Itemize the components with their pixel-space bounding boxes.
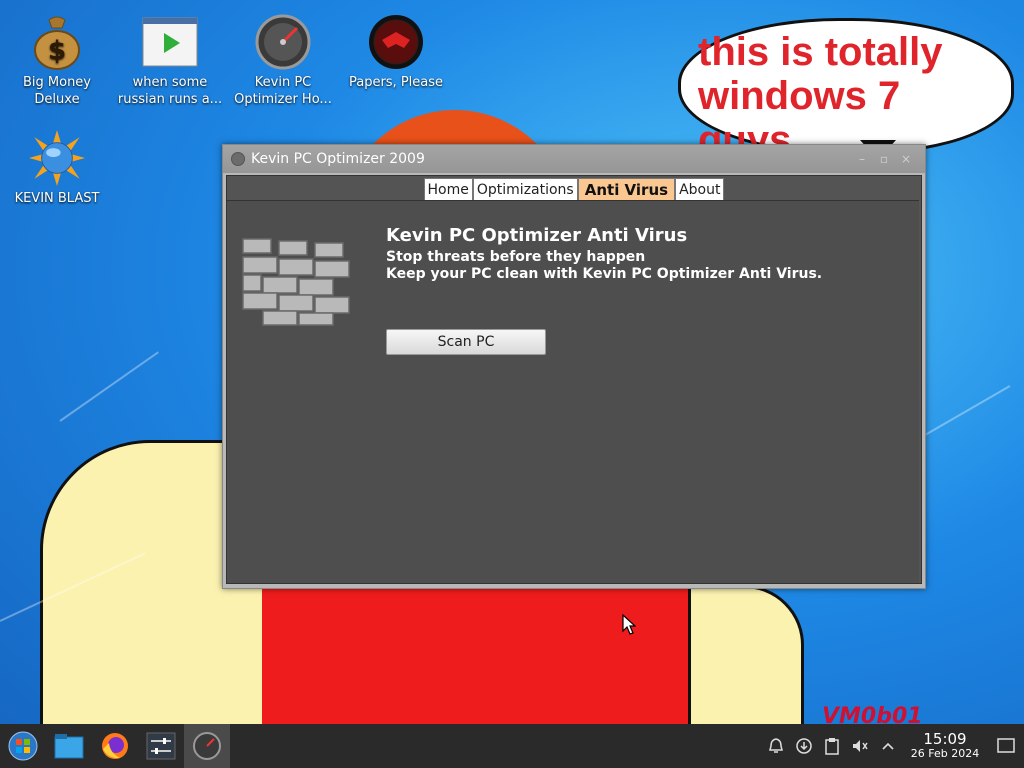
globe-burst-icon [29,130,85,186]
desktop: $ Big Money Deluxe when some russian run… [0,0,1024,724]
firefox-icon [102,733,128,759]
svg-text:$: $ [48,36,66,66]
window-client-area: Home Optimizations Anti Virus About Kevi… [226,175,922,584]
desktop-icon-label: Kevin PC Optimizer Ho... [234,75,332,107]
app-window: Kevin PC Optimizer 2009 – ▫ × Home Optim… [222,144,926,589]
maximize-button[interactable]: ▫ [873,150,895,168]
panel-title: Kevin PC Optimizer Anti Virus [386,225,688,246]
settings-sliders-icon [146,732,176,760]
panel-subtitle: Stop threats before they happen [386,249,646,265]
show-desktop-button[interactable] [988,724,1024,768]
mouse-cursor-icon [622,614,636,635]
video-file-icon [142,14,198,70]
firefox-button[interactable] [92,724,138,768]
tab-bar: Home Optimizations Anti Virus About [227,176,921,202]
taskbar: 15:09 26 Feb 2024 [0,724,1024,768]
speech-bubble-text: this is totally windows 7 guys [698,30,943,162]
clock[interactable]: 15:09 26 Feb 2024 [902,731,988,761]
folder-icon [54,734,84,759]
scan-pc-button[interactable]: Scan PC [386,329,546,355]
chevron-up-icon[interactable] [874,732,902,760]
close-button[interactable]: × [895,150,917,168]
desktop-icon-papers-please[interactable]: Papers, Please [341,14,451,91]
volume-muted-icon[interactable] [846,732,874,760]
clock-date: 26 Feb 2024 [910,747,980,760]
start-orb-icon [8,731,38,761]
system-settings-button[interactable] [138,724,184,768]
tab-anti-virus[interactable]: Anti Virus [577,178,676,202]
app-icon [231,152,245,166]
desktop-icon-big-money-deluxe[interactable]: $ Big Money Deluxe [2,14,112,108]
window-title: Kevin PC Optimizer 2009 [251,151,425,167]
papers-please-emblem-icon [368,14,424,70]
desktop-icon-label: KEVIN BLAST [14,191,100,206]
panel-description: Keep your PC clean with Kevin PC Optimiz… [386,266,823,282]
desktop-icon-label: Papers, Please [348,75,444,90]
desktop-icon-label: when some russian runs a... [117,75,223,107]
signature-watermark: VM0b01 [822,704,923,724]
light-streak [59,351,159,422]
desktop-icon-kevin-pc-optimizer[interactable]: Kevin PC Optimizer Ho... [228,14,338,108]
red-shirt-drawing [262,585,688,724]
right-arm-drawing [688,585,804,724]
show-desktop-icon [997,738,1015,753]
tab-about[interactable]: About [675,178,725,202]
speedometer-icon [255,14,311,70]
tab-home[interactable]: Home [423,178,473,202]
clock-time: 15:09 [923,730,967,748]
clipboard-icon[interactable] [818,732,846,760]
firewall-brick-icon [241,237,353,327]
system-tray: 15:09 26 Feb 2024 [762,724,1024,768]
desktop-icon-kevin-blast[interactable]: KEVIN BLAST [2,130,112,207]
tab-optimizations[interactable]: Optimizations [472,178,578,202]
minimize-button[interactable]: – [851,150,873,168]
anti-virus-panel: Kevin PC Optimizer Anti Virus Stop threa… [227,200,919,583]
notifications-icon[interactable] [762,732,790,760]
desktop-icon-video[interactable]: when some russian runs a... [115,14,225,108]
start-menu-button[interactable] [0,724,46,768]
desktop-icon-label: Big Money Deluxe [22,75,91,107]
updates-icon[interactable] [790,732,818,760]
file-manager-button[interactable] [46,724,92,768]
window-titlebar[interactable]: Kevin PC Optimizer 2009 – ▫ × [223,145,925,173]
speedometer-icon [193,732,221,760]
kevin-pc-optimizer-task[interactable] [184,724,230,768]
money-bag-icon: $ [29,14,85,70]
